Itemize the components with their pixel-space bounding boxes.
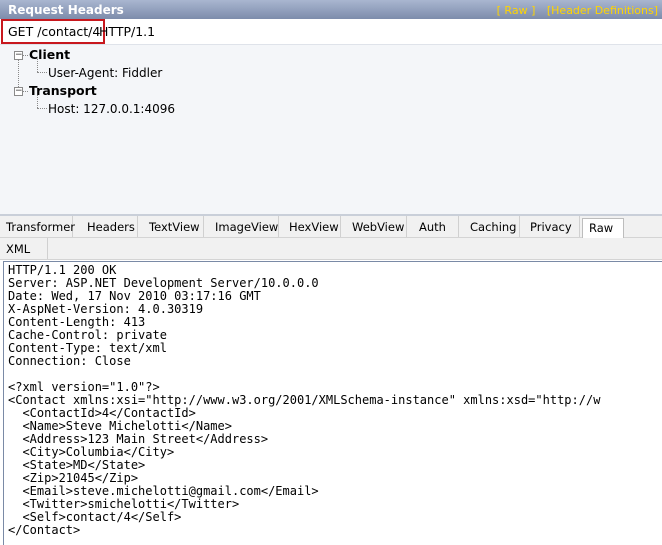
tab-privacy[interactable]: Privacy <box>520 216 580 237</box>
raw-response-line: HTTP/1.1 200 OK <box>8 263 117 277</box>
raw-response-line: </Contact> <box>8 523 81 537</box>
raw-response-line: <ContactId>4</ContactId> <box>8 406 196 420</box>
request-protocol: HTTP/1.1 <box>99 24 156 39</box>
tree-group-transport[interactable]: Transport <box>29 83 97 98</box>
header-definitions-link[interactable]: [Header Definitions] <box>547 4 658 17</box>
tab-auth[interactable]: Auth <box>407 216 459 237</box>
raw-response-line: <Name>Steve Michelotti</Name> <box>8 419 232 433</box>
request-method-url[interactable]: GET /contact/4 <box>1 19 106 44</box>
raw-response-text[interactable]: HTTP/1.1 200 OK Server: ASP.NET Developm… <box>8 264 600 537</box>
request-headers-bar: Request Headers [ Raw ] [Header Definiti… <box>0 0 662 19</box>
response-tabs: Transformer Headers TextView ImageView H… <box>0 216 662 238</box>
request-line: GET /contact/4 HTTP/1.1 <box>0 19 662 44</box>
raw-response-line: <Zip>21045</Zip> <box>8 471 139 485</box>
raw-response-line: Server: ASP.NET Development Server/10.0.… <box>8 276 319 290</box>
raw-response-line: Content-Type: text/xml <box>8 341 167 355</box>
tab-webview[interactable]: WebView <box>341 216 407 237</box>
request-header-tree: − Client User-Agent: Fiddler − Transport… <box>0 44 662 214</box>
raw-response-line: <Contact xmlns:xsi="http://www.w3.org/20… <box>8 393 601 407</box>
tab-hexview[interactable]: HexView <box>279 216 341 237</box>
collapse-icon[interactable]: − <box>14 51 23 60</box>
raw-response-line: Date: Wed, 17 Nov 2010 03:17:16 GMT <box>8 289 261 303</box>
tab-imageview[interactable]: ImageView <box>204 216 279 237</box>
tree-group-client[interactable]: Client <box>29 47 70 62</box>
tab-caching[interactable]: Caching <box>459 216 520 237</box>
raw-response-line: <City>Columbia</City> <box>8 445 175 459</box>
tree-line <box>23 55 28 56</box>
raw-response-line: <?xml version="1.0"?> <box>8 380 160 394</box>
raw-response-line: Cache-Control: private <box>8 328 167 342</box>
raw-response-line: X-AspNet-Version: 4.0.30319 <box>8 302 204 316</box>
tab-headers[interactable]: Headers <box>73 216 138 237</box>
raw-response-line: <State>MD</State> <box>8 458 146 472</box>
header-user-agent[interactable]: User-Agent: Fiddler <box>48 66 162 80</box>
tab-transformer[interactable]: Transformer <box>0 216 75 237</box>
raw-response-line: Content-Length: 413 <box>8 315 146 329</box>
request-headers-title: Request Headers <box>8 3 124 17</box>
raw-response-view[interactable]: HTTP/1.1 200 OK Server: ASP.NET Developm… <box>3 261 662 545</box>
response-tabs-row2: XML <box>0 238 662 260</box>
header-host[interactable]: Host: 127.0.0.1:4096 <box>48 102 175 116</box>
tab-textview[interactable]: TextView <box>138 216 204 237</box>
raw-response-line: Connection: Close <box>8 354 131 368</box>
raw-response-line: <Address>123 Main Street</Address> <box>8 432 269 446</box>
tree-line <box>37 72 47 73</box>
raw-response-line: <Email>steve.michelotti@gmail.com</Email… <box>8 484 319 498</box>
header-links: [ Raw ] [Header Definitions] <box>489 4 658 17</box>
collapse-icon[interactable]: − <box>14 87 23 96</box>
tree-line <box>37 108 47 109</box>
tree-line <box>23 91 28 92</box>
raw-response-line: <Self>contact/4</Self> <box>8 510 182 524</box>
tab-xml[interactable]: XML <box>0 238 48 259</box>
raw-response-line: <Twitter>smichelotti</Twitter> <box>8 497 240 511</box>
raw-link[interactable]: [ Raw ] <box>497 4 536 17</box>
tab-raw[interactable]: Raw <box>582 218 624 238</box>
